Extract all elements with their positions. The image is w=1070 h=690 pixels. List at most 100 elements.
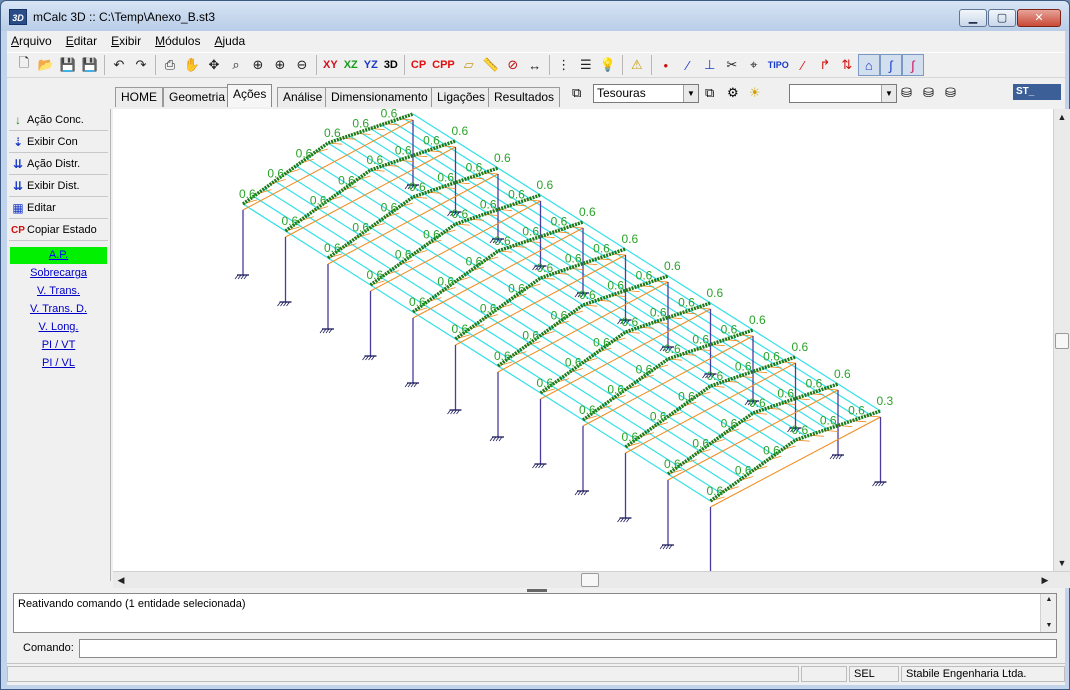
tab-dimensionamento[interactable]: Dimensionamento xyxy=(325,87,434,107)
eraser-icon[interactable]: ▱ xyxy=(458,54,480,76)
load-case-sobrecarga[interactable]: Sobrecarga xyxy=(10,265,107,282)
load-case-v-long[interactable]: V. Long. xyxy=(10,319,107,336)
layer-select[interactable]: Tesouras ▼ xyxy=(593,84,699,103)
filter-nodes-icon[interactable]: ⋮ xyxy=(553,54,575,76)
acao-distr-button[interactable]: ⇊ Ação Distr. xyxy=(9,154,108,175)
load-case-v-trans[interactable]: V. Trans. xyxy=(10,283,107,300)
menu-arquivo[interactable]: Arquivo xyxy=(11,34,52,48)
load-value-label: 0.6 xyxy=(537,178,554,192)
panel-splitter[interactable] xyxy=(527,589,547,592)
dimension-icon[interactable]: ↔ xyxy=(524,54,546,76)
load-case-pi-vt[interactable]: PI / VT xyxy=(10,337,107,354)
show-all-icon[interactable]: 💡 xyxy=(597,54,619,76)
minimize-button[interactable]: ▁ xyxy=(959,9,987,27)
cpp-button[interactable]: CPP xyxy=(429,54,458,76)
structure-drawing[interactable]: 0.6 0.6 0.6 0.6 0.6 0.6 0.6 0.6 0.6 0.6 0.6 0.6 0.6 0… xyxy=(113,97,1053,577)
menu-editar[interactable]: Editar xyxy=(66,34,97,48)
tab-ligacoes[interactable]: Ligações xyxy=(431,87,492,107)
load-case-pi-vl[interactable]: PI / VL xyxy=(10,355,107,372)
local-axes-icon[interactable]: ⌖ xyxy=(743,54,765,76)
zoom-extents-icon[interactable]: ⊕ xyxy=(247,54,269,76)
acao-conc-label: Ação Conc. xyxy=(27,114,84,126)
title-bar[interactable]: 3D mCalc 3D :: C:\Temp\Anexo_B.st3 ▁ ▢ ✕ xyxy=(1,1,1069,31)
print-icon[interactable]: ⎙ xyxy=(159,54,181,76)
exibir-con-button[interactable]: ⇣ Exibir Con xyxy=(9,132,108,153)
tab-analise[interactable]: Análise xyxy=(277,87,329,107)
undo-icon[interactable]: ↶ xyxy=(108,54,130,76)
load-value-label: 0.6 xyxy=(395,248,412,262)
group-edit-icon[interactable]: ⛁ xyxy=(945,85,956,101)
view-xy-button[interactable]: XY xyxy=(320,54,341,76)
layer-select-value: Tesouras xyxy=(597,86,646,100)
release-icon[interactable]: ✂ xyxy=(721,54,743,76)
deformed-icon[interactable]: ∫ xyxy=(879,54,902,76)
view-xz-button[interactable]: XZ xyxy=(341,54,361,76)
load-case-v-trans-d[interactable]: V. Trans. D. xyxy=(10,301,107,318)
redo-icon[interactable]: ↷ xyxy=(130,54,152,76)
menu-exibir[interactable]: Exibir xyxy=(111,34,141,48)
diagram-icon[interactable]: ∫ xyxy=(901,54,924,76)
acao-conc-button[interactable]: ↓ Ação Conc. xyxy=(9,110,108,131)
scroll-up-icon[interactable]: ▲ xyxy=(1041,594,1057,606)
viewport-horizontal-scrollbar[interactable]: ◀ ▶ xyxy=(113,571,1070,588)
viewport-vertical-scrollbar[interactable]: ▲ ▼ xyxy=(1053,109,1070,571)
layer-manager-icon[interactable]: ⧉ xyxy=(705,85,714,101)
zoom-window-icon[interactable]: ⌕ xyxy=(225,54,247,76)
new-file-icon[interactable]: 🗋 xyxy=(13,54,35,76)
group-add-icon[interactable]: ⛁ xyxy=(901,85,912,101)
scroll-down-icon[interactable]: ▼ xyxy=(1041,620,1057,632)
layers-icon[interactable]: ⧉ xyxy=(572,85,581,101)
view-3d-button[interactable]: 3D xyxy=(381,54,401,76)
zoom-in-icon[interactable]: ⊕ xyxy=(269,54,291,76)
close-button[interactable]: ✕ xyxy=(1017,9,1061,27)
vertical-scroll-thumb[interactable] xyxy=(1055,333,1069,349)
section-icon[interactable]: ⊘ xyxy=(502,54,524,76)
warning-icon[interactable]: ⚠ xyxy=(626,54,648,76)
filter-bars-icon[interactable]: ☰ xyxy=(575,54,597,76)
menu-ajuda[interactable]: Ajuda xyxy=(214,34,245,48)
group-select[interactable]: ▼ xyxy=(789,84,897,103)
scroll-right-icon[interactable]: ▶ xyxy=(1037,572,1053,588)
view-yz-button[interactable]: YZ xyxy=(361,54,381,76)
load-value-label: 0.6 xyxy=(820,413,837,427)
orientation-icon[interactable]: ⇅ xyxy=(836,54,858,76)
model-viewport[interactable]: 0.6 0.6 0.6 0.6 0.6 0.6 0.6 0.6 0.6 0.6 0.6 0.6 0.6 0… xyxy=(113,97,1053,577)
layer-all-icon[interactable]: ☀ xyxy=(749,85,761,101)
support-hatch xyxy=(532,265,536,271)
tab-resultados[interactable]: Resultados xyxy=(488,87,561,107)
type-icon[interactable]: TIPO xyxy=(765,54,792,76)
scroll-up-icon[interactable]: ▲ xyxy=(1054,109,1070,125)
zoom-out-icon[interactable]: ⊖ xyxy=(291,54,313,76)
local-system-icon[interactable]: ↱ xyxy=(814,54,836,76)
scroll-left-icon[interactable]: ◀ xyxy=(113,572,129,588)
open-folder-icon[interactable]: 📂 xyxy=(35,54,57,76)
pan-hand-icon[interactable]: ✋ xyxy=(181,54,203,76)
command-input[interactable] xyxy=(79,639,1057,658)
copiar-estado-button[interactable]: CP Copiar Estado xyxy=(9,220,108,241)
tab-acoes[interactable]: Ações xyxy=(227,84,273,107)
load-value-label: 0.6 xyxy=(792,340,809,354)
menu-modulos[interactable]: Módulos xyxy=(155,34,200,48)
support-icon[interactable]: ⊥ xyxy=(699,54,721,76)
member-icon[interactable]: ⁄ xyxy=(792,54,814,76)
save-icon[interactable]: 💾 xyxy=(57,54,79,76)
node-number-icon[interactable]: • xyxy=(655,54,677,76)
layer-visibility-icon[interactable]: ⚙ xyxy=(727,85,739,101)
ruler-icon[interactable]: 📏 xyxy=(480,54,502,76)
maximize-button[interactable]: ▢ xyxy=(988,9,1016,27)
cp-button[interactable]: CP xyxy=(408,54,429,76)
load-case-ap[interactable]: A.P. xyxy=(10,247,107,264)
group-remove-icon[interactable]: ⛁ xyxy=(923,85,934,101)
rotate-icon[interactable]: ✥ xyxy=(203,54,225,76)
tab-geometria[interactable]: Geometria xyxy=(163,87,232,107)
editar-button[interactable]: ▦ Editar xyxy=(9,198,108,219)
render-icon[interactable]: ⌂ xyxy=(857,54,880,76)
horizontal-scroll-thumb[interactable] xyxy=(581,573,599,587)
tab-home[interactable]: HOME xyxy=(115,87,163,107)
window-title: mCalc 3D :: C:\Temp\Anexo_B.st3 xyxy=(33,10,216,24)
save-as-icon[interactable]: 💾 xyxy=(79,54,101,76)
exibir-dist-button[interactable]: ⇊ Exibir Dist. xyxy=(9,176,108,197)
scroll-down-icon[interactable]: ▼ xyxy=(1054,555,1070,571)
bar-number-icon[interactable]: ⁄ xyxy=(677,54,699,76)
message-scrollbar[interactable]: ▲ ▼ xyxy=(1040,594,1056,632)
